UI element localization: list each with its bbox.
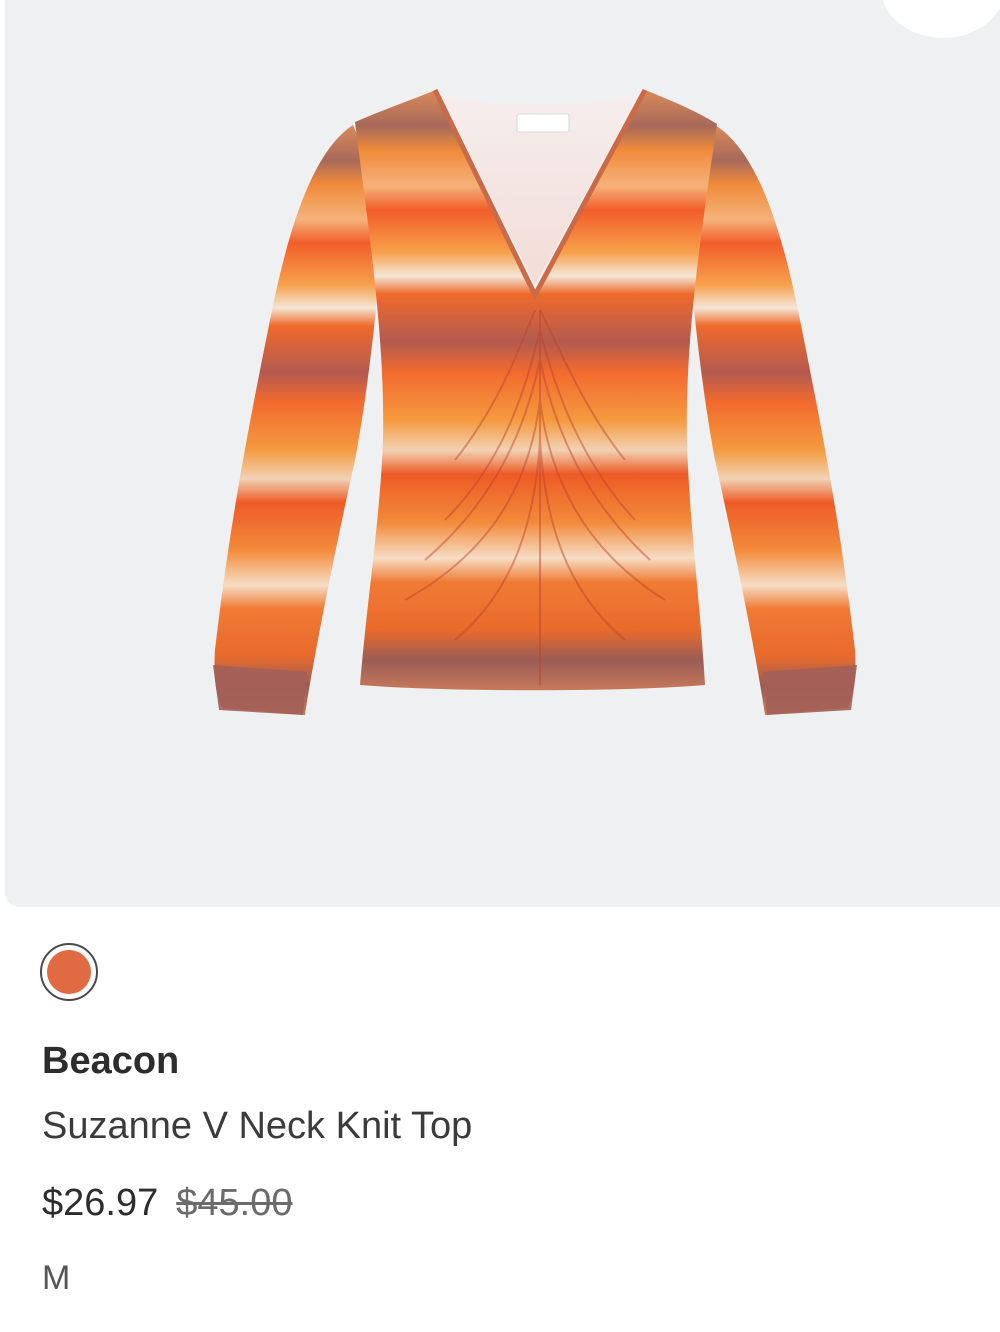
size-label: M xyxy=(42,1259,71,1297)
original-price: $45.00 xyxy=(176,1182,293,1224)
left-cuff xyxy=(213,665,307,715)
sale-price: $26.97 xyxy=(42,1182,159,1224)
product-name[interactable]: Suzanne V Neck Knit Top xyxy=(42,1103,472,1149)
color-swatch-fill xyxy=(47,950,91,994)
left-sleeve xyxy=(214,125,385,715)
color-swatch[interactable] xyxy=(40,943,98,1001)
favorite-button[interactable] xyxy=(881,0,1000,38)
right-sleeve xyxy=(685,125,856,715)
brand-label xyxy=(516,113,570,133)
product-image-panel[interactable] xyxy=(5,0,1000,907)
right-cuff xyxy=(763,665,857,715)
product-image xyxy=(213,88,857,715)
brand-name: Beacon xyxy=(42,1040,180,1082)
price-row: $26.97 $45.00 xyxy=(42,1180,292,1226)
